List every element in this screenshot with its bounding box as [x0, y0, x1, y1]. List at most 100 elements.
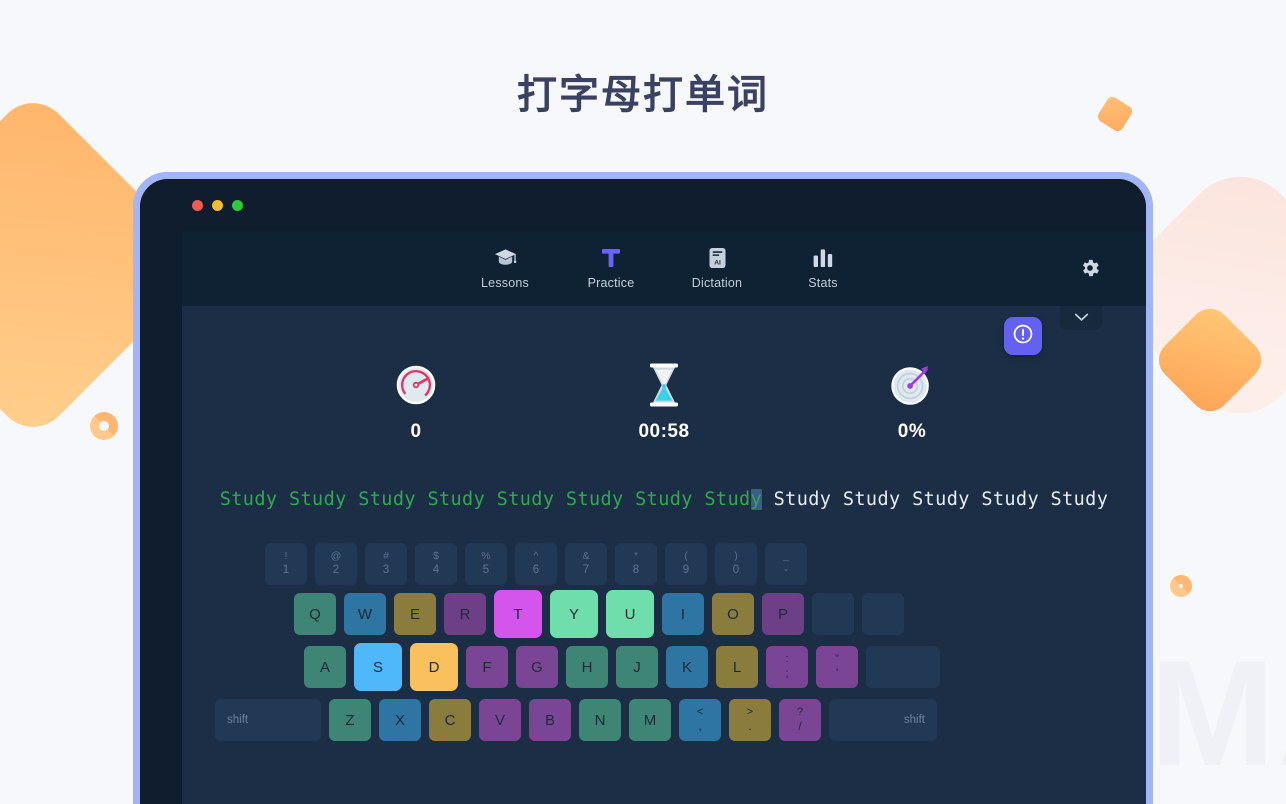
key-blank[interactable]	[812, 593, 854, 635]
key-q[interactable]: Q	[294, 593, 336, 635]
key-sym10[interactable]: _ -	[765, 543, 807, 585]
key-u[interactable]: U	[606, 590, 654, 638]
key-i[interactable]: I	[662, 593, 704, 635]
key-8[interactable]: * 8	[615, 543, 657, 585]
pending-word: Study	[1039, 489, 1109, 510]
key-shift-label: ^	[533, 550, 539, 563]
key-r[interactable]: R	[444, 593, 486, 635]
typed-word: Study	[288, 489, 359, 510]
chevron-down-icon	[1074, 309, 1089, 327]
key-enter[interactable]	[866, 646, 940, 688]
key-m[interactable]: M	[629, 699, 671, 741]
key-l[interactable]: L	[716, 646, 758, 688]
key-shift-label: &	[582, 550, 590, 563]
stat-time: 00:58	[616, 359, 712, 443]
speedometer-icon	[395, 359, 437, 411]
key-d[interactable]: D	[410, 643, 458, 691]
settings-button[interactable]	[1079, 257, 1101, 284]
key-p[interactable]: P	[762, 593, 804, 635]
key-main-label: .	[748, 718, 752, 733]
key-w[interactable]: W	[344, 593, 386, 635]
stat-value-speed: 0	[410, 421, 422, 442]
key-main-label: 6	[532, 563, 540, 576]
stat-speed: 0	[368, 359, 464, 443]
zoom-window-button[interactable]	[232, 200, 243, 211]
key-main-label: 8	[632, 563, 640, 576]
typing-text-content: Study Study Study Study Study Study Stud…	[220, 489, 1109, 510]
key-j[interactable]: J	[616, 646, 658, 688]
key-main-label: ;	[785, 665, 789, 680]
key-7[interactable]: & 7	[565, 543, 607, 585]
window-controls	[192, 200, 243, 211]
key-e[interactable]: E	[394, 593, 436, 635]
key-c[interactable]: C	[429, 699, 471, 741]
key-0[interactable]: ) 0	[715, 543, 757, 585]
key-sym10[interactable]: " '	[816, 646, 858, 688]
key-sym8[interactable]: <,	[679, 699, 721, 741]
decor-ring-right	[1170, 575, 1192, 597]
key-shift-label: >	[746, 705, 754, 718]
key-a[interactable]: A	[304, 646, 346, 688]
key-shift[interactable]: shift	[829, 699, 937, 741]
key-h[interactable]: H	[566, 646, 608, 688]
gear-icon	[1079, 259, 1101, 283]
keyboard-row-bottom-letter-row: shift Z X C V B N M <, >.? / shift	[215, 699, 1093, 741]
close-window-button[interactable]	[192, 200, 203, 211]
key-5[interactable]: % 5	[465, 543, 507, 585]
background-watermark: MA	[1150, 629, 1286, 797]
key-x[interactable]: X	[379, 699, 421, 741]
key-2[interactable]: @2	[315, 543, 357, 585]
typing-text-line: Study Study Study Study Study Study Stud…	[182, 489, 1146, 510]
session-stats: 0 00:58 0%	[182, 359, 1146, 443]
key-3[interactable]: #3	[365, 543, 407, 585]
key-shift[interactable]: shift	[215, 699, 321, 741]
key-main-label: 4	[432, 563, 440, 576]
key-main-label: ,	[698, 718, 702, 733]
key-s[interactable]: S	[354, 643, 402, 691]
nav-label-stats: Stats	[808, 276, 838, 290]
key-6[interactable]: ^ 6	[515, 543, 557, 585]
nav-item-stats[interactable]: Stats	[792, 247, 854, 290]
nav-item-practice[interactable]: Practice	[580, 247, 642, 290]
key-y[interactable]: Y	[550, 590, 598, 638]
key-sym9[interactable]: >.	[729, 699, 771, 741]
bar-chart-icon	[812, 247, 834, 269]
key-b[interactable]: B	[529, 699, 571, 741]
nav-item-lessons[interactable]: Lessons	[474, 247, 536, 290]
key-g[interactable]: G	[516, 646, 558, 688]
key-shift-label: :	[785, 652, 789, 665]
letter-t-icon	[600, 247, 622, 269]
key-main-label: 0	[732, 563, 740, 576]
key-1[interactable]: ! 1	[265, 543, 307, 585]
key-sym10[interactable]: ? /	[779, 699, 821, 741]
nav-item-dictation[interactable]: AI Dictation	[686, 247, 748, 290]
typed-word-partial: Stud	[704, 489, 751, 510]
target-icon	[890, 359, 934, 411]
key-f[interactable]: F	[466, 646, 508, 688]
key-t[interactable]: T	[494, 590, 542, 638]
keyboard-row-top-letter-row: QWERTYUIOP	[215, 590, 1093, 638]
key-blank[interactable]	[862, 593, 904, 635]
nav-label-dictation: Dictation	[691, 276, 743, 290]
key-shift-label: "	[835, 652, 839, 665]
key-4[interactable]: $4	[415, 543, 457, 585]
alert-button[interactable]	[1004, 317, 1042, 355]
typed-word: Study	[635, 489, 705, 510]
key-k[interactable]: K	[666, 646, 708, 688]
collapse-panel-button[interactable]	[1060, 306, 1102, 330]
key-z[interactable]: Z	[329, 699, 371, 741]
key-v[interactable]: V	[479, 699, 521, 741]
key-shift-label: $	[433, 550, 439, 563]
minimize-window-button[interactable]	[212, 200, 223, 211]
key-n[interactable]: N	[579, 699, 621, 741]
window-titlebar	[140, 179, 1146, 231]
stat-value-time: 00:58	[638, 421, 690, 442]
key-shift-label: !	[284, 550, 288, 563]
key-sym9[interactable]: :;	[766, 646, 808, 688]
virtual-keyboard: ! 1 @2 #3 $4% 5 ^ 6 & 7 * 8(9) 0 _ - Q W E R T Y U I O P A S D F G H J K…	[215, 543, 1093, 741]
key-shift-label: %	[481, 550, 491, 563]
key-9[interactable]: (9	[665, 543, 707, 585]
keyboard-row-home-row: A S D F G H J K L:; " '	[215, 643, 1093, 691]
key-o[interactable]: O	[712, 593, 754, 635]
keyboard-row-number-row: ! 1 @2 #3 $4% 5 ^ 6 & 7 * 8(9) 0 _ -	[215, 543, 1093, 585]
